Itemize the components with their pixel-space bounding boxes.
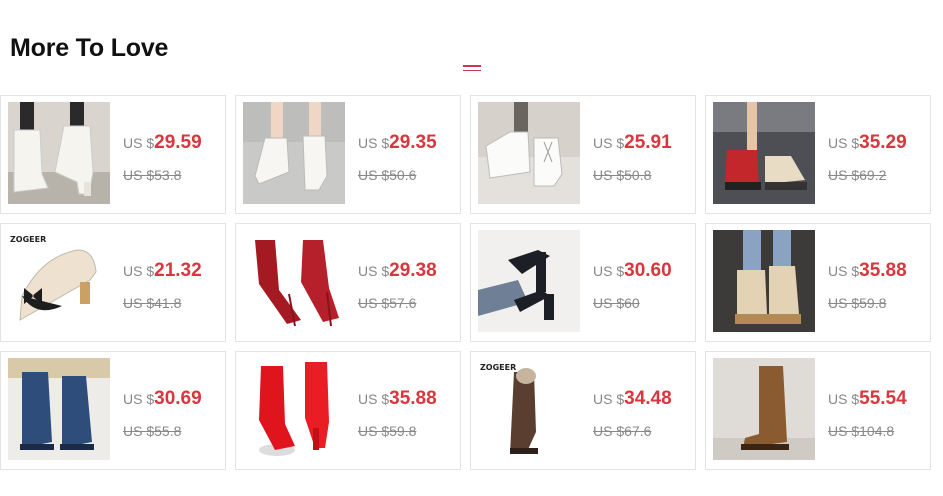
currency-label: US $ [358, 391, 390, 407]
original-price: US $57.6 [358, 295, 417, 311]
sale-price: 29.59 [154, 132, 202, 153]
currency-label: US $ [828, 135, 860, 151]
product-card[interactable]: US $55.54 US $104.8 [705, 351, 931, 470]
original-price: US $67.6 [593, 423, 652, 439]
original-price: US $50.6 [358, 167, 417, 183]
price: US $29.59 [123, 132, 202, 154]
currency-label: US $ [358, 263, 390, 279]
product-grid: US $29.59 US $53.8 US $29.35 US $50.6 US… [0, 95, 931, 470]
product-card[interactable]: US $25.91 US $50.8 [470, 95, 696, 214]
product-card[interactable]: US $35.88 US $59.8 [705, 223, 931, 342]
product-image[interactable] [243, 230, 345, 332]
product-image[interactable] [243, 102, 345, 204]
original-price: US $104.8 [828, 423, 895, 439]
product-image[interactable] [713, 230, 815, 332]
original-price: US $55.8 [123, 423, 182, 439]
currency-label: US $ [593, 263, 625, 279]
currency-label: US $ [123, 263, 155, 279]
product-image[interactable] [478, 230, 580, 332]
original-price: US $59.8 [358, 423, 417, 439]
currency-label: US $ [123, 135, 155, 151]
product-image[interactable] [8, 102, 110, 204]
price: US $25.91 [593, 132, 672, 154]
product-image[interactable] [8, 358, 110, 460]
product-image[interactable]: ZOGEER [478, 358, 580, 460]
sale-price: 30.69 [154, 388, 202, 409]
currency-label: US $ [593, 391, 625, 407]
price: US $29.35 [358, 132, 437, 154]
price: US $55.54 [828, 388, 907, 410]
product-card[interactable]: US $30.69 US $55.8 [0, 351, 226, 470]
price: US $21.32 [123, 260, 202, 282]
product-card[interactable]: US $29.38 US $57.6 [235, 223, 461, 342]
price: US $35.29 [828, 132, 907, 154]
price: US $35.88 [358, 388, 437, 410]
double-line-icon [463, 65, 481, 72]
original-price: US $60 [593, 295, 640, 311]
product-card[interactable]: ZOGEER US $21.32 US $41.8 [0, 223, 226, 342]
sale-price: 21.32 [154, 260, 202, 281]
product-image[interactable] [478, 102, 580, 204]
brand-logo: ZOGEER [10, 235, 46, 244]
product-image[interactable] [243, 358, 345, 460]
sale-price: 35.88 [859, 260, 907, 281]
product-card[interactable]: US $35.88 US $59.8 [235, 351, 461, 470]
sale-price: 30.60 [624, 260, 672, 281]
currency-label: US $ [123, 391, 155, 407]
sale-price: 25.91 [624, 132, 672, 153]
price: US $35.88 [828, 260, 907, 282]
sale-price: 34.48 [624, 388, 672, 409]
sale-price: 55.54 [859, 388, 907, 409]
original-price: US $50.8 [593, 167, 652, 183]
product-image[interactable] [713, 358, 815, 460]
currency-label: US $ [828, 263, 860, 279]
currency-label: US $ [828, 391, 860, 407]
product-image[interactable] [713, 102, 815, 204]
product-card[interactable]: US $30.60 US $60 [470, 223, 696, 342]
price: US $30.69 [123, 388, 202, 410]
product-card[interactable]: US $35.29 US $69.2 [705, 95, 931, 214]
product-card[interactable]: US $29.59 US $53.8 [0, 95, 226, 214]
original-price: US $59.8 [828, 295, 887, 311]
original-price: US $69.2 [828, 167, 887, 183]
sale-price: 35.88 [389, 388, 437, 409]
currency-label: US $ [593, 135, 625, 151]
product-card[interactable]: US $29.35 US $50.6 [235, 95, 461, 214]
price: US $30.60 [593, 260, 672, 282]
price: US $29.38 [358, 260, 437, 282]
product-card[interactable]: ZOGEER US $34.48 US $67.6 [470, 351, 696, 470]
price: US $34.48 [593, 388, 672, 410]
original-price: US $41.8 [123, 295, 182, 311]
sale-price: 35.29 [859, 132, 907, 153]
currency-label: US $ [358, 135, 390, 151]
brand-logo: ZOGEER [480, 363, 516, 372]
sale-price: 29.38 [389, 260, 437, 281]
sale-price: 29.35 [389, 132, 437, 153]
original-price: US $53.8 [123, 167, 182, 183]
section-title: More To Love [10, 34, 169, 62]
product-image[interactable]: ZOGEER [8, 230, 110, 332]
